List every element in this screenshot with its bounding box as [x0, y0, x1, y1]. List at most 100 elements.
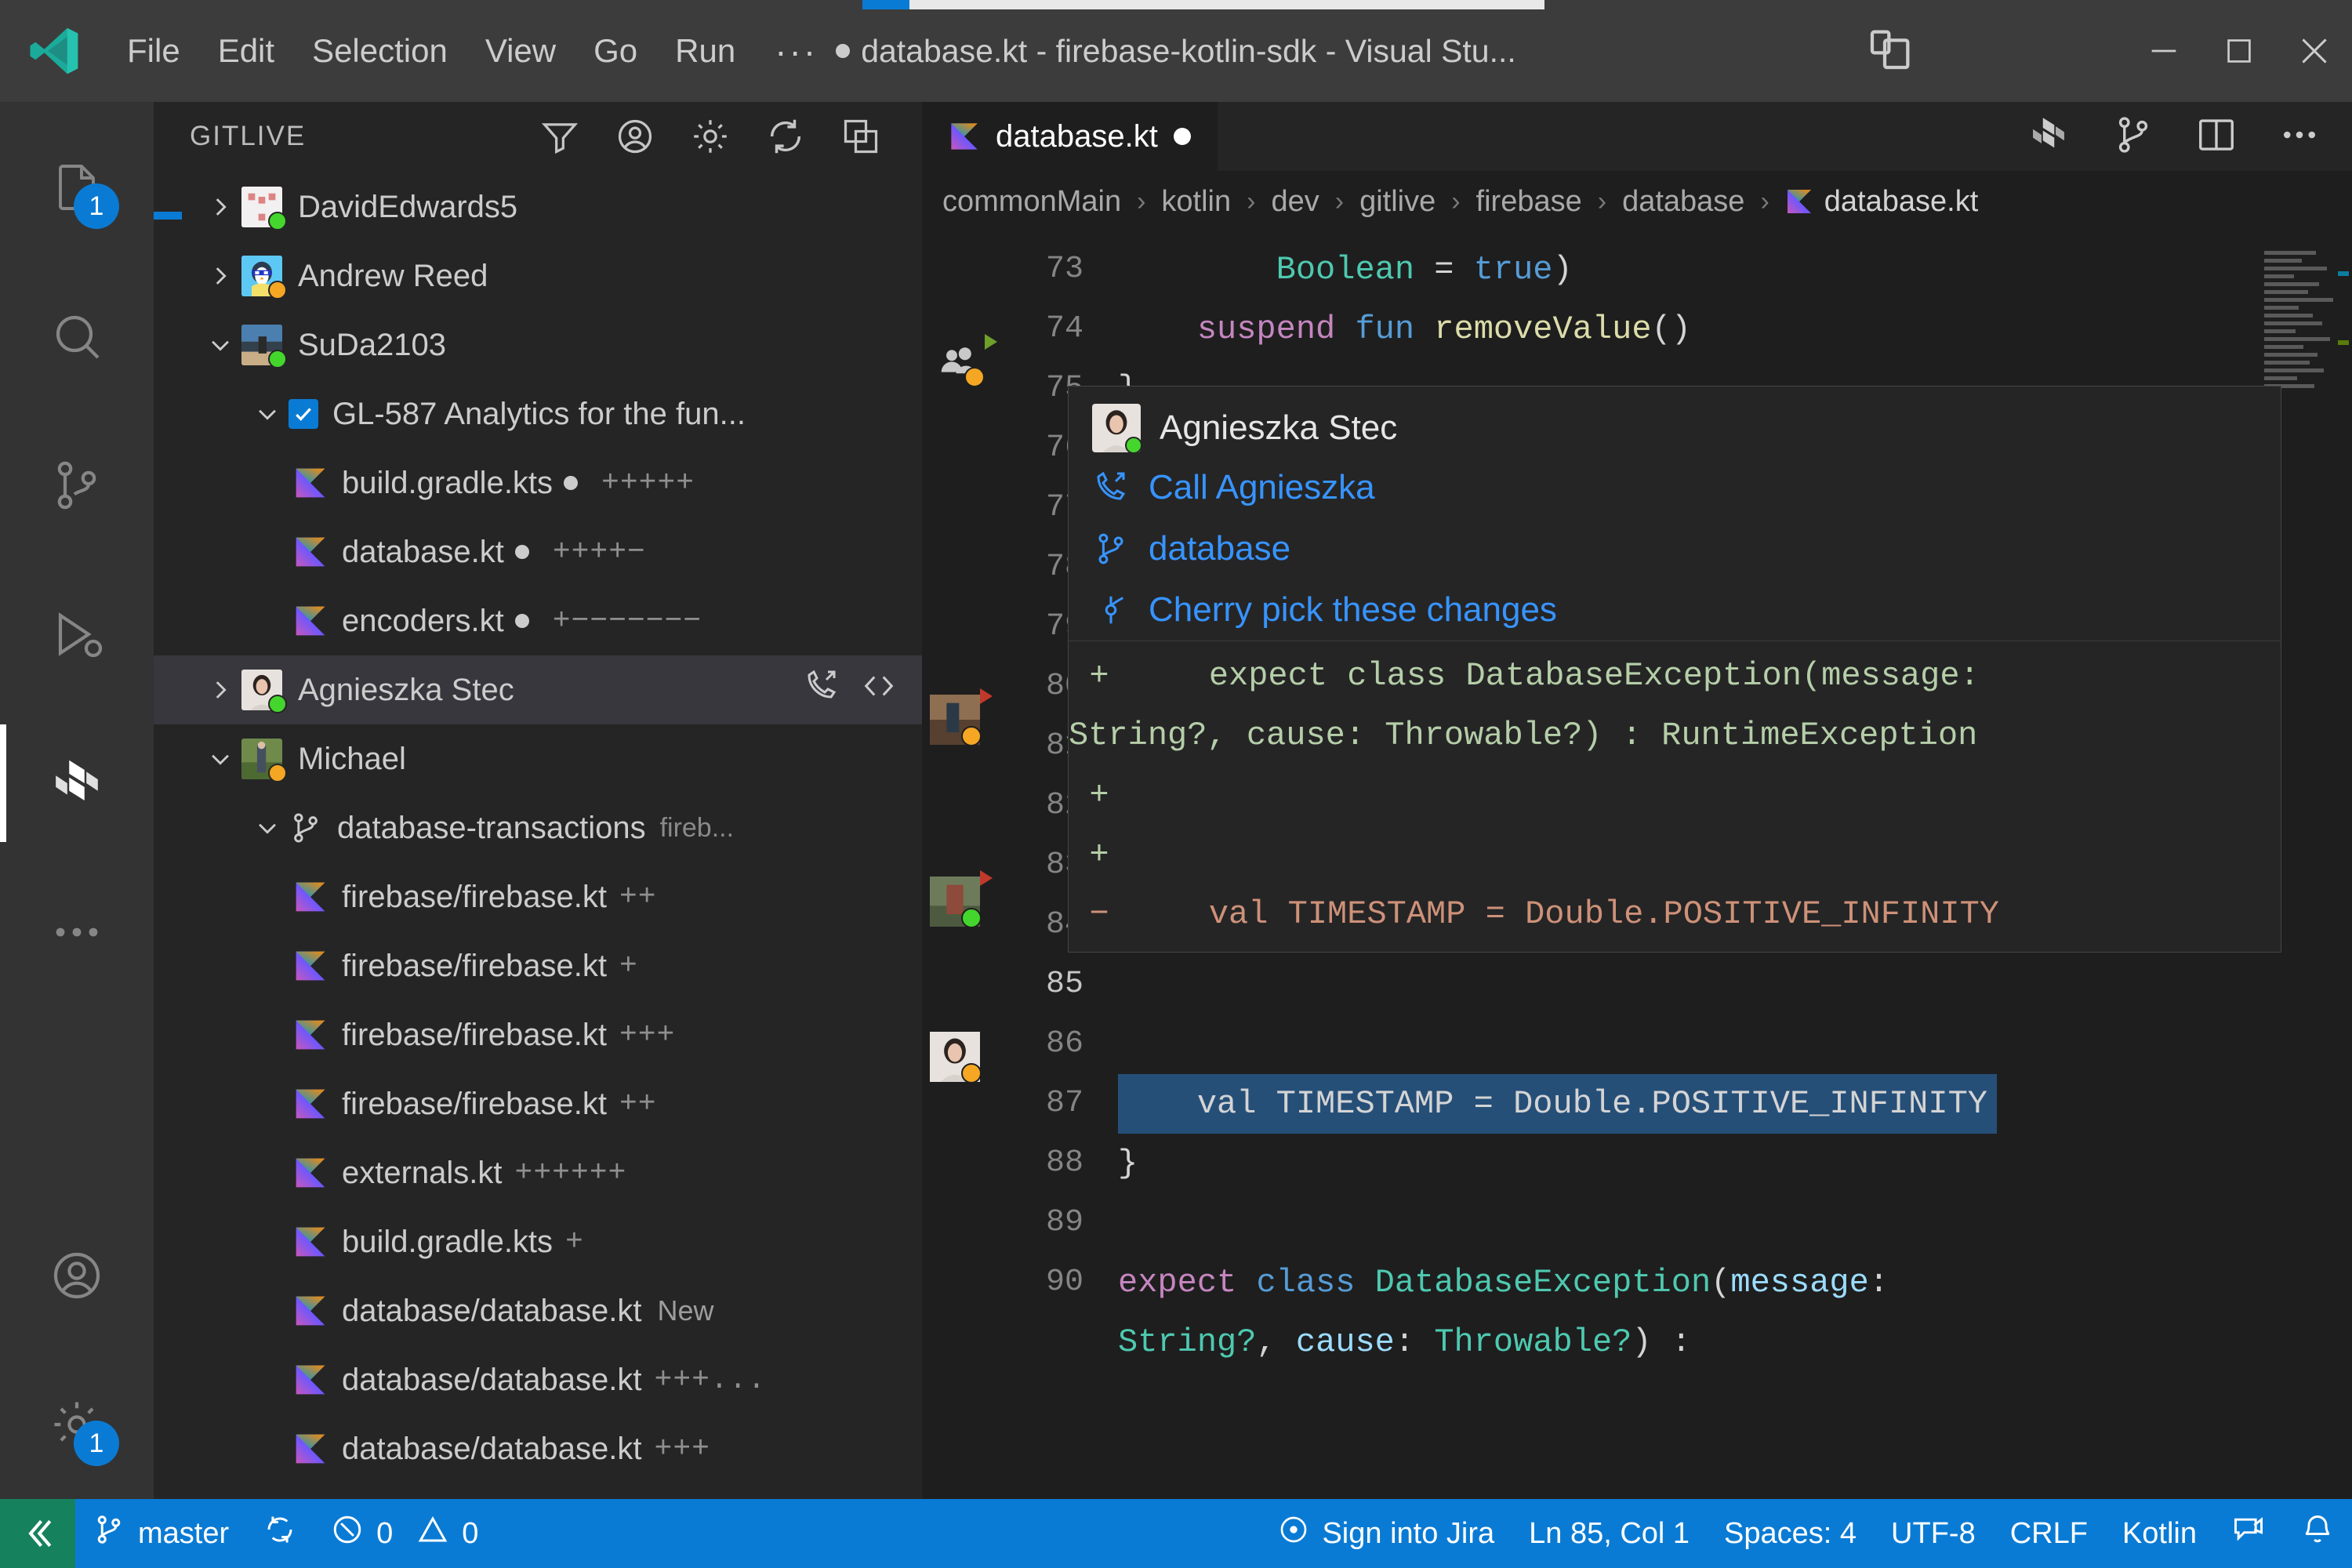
- status-language-mode[interactable]: Kotlin: [2105, 1499, 2214, 1568]
- minimize-button[interactable]: [2126, 0, 2201, 102]
- tree-file-firebase-kt-2[interactable]: firebase/firebase.kt +: [154, 931, 922, 1000]
- menu-overflow-button[interactable]: ···: [754, 30, 838, 72]
- tab-dirty-dot-icon[interactable]: [1174, 128, 1191, 145]
- tree-file-encoders-kt[interactable]: encoders.kt +−−−−−−−: [154, 586, 922, 655]
- code-icon[interactable]: [861, 668, 897, 712]
- gutter-author-avatar[interactable]: [930, 877, 980, 927]
- tree-item-label: database/database.kt: [342, 1363, 642, 1398]
- tree-file-externals-kt[interactable]: externals.kt ++++++: [154, 1138, 922, 1207]
- maximize-button[interactable]: [2201, 0, 2277, 102]
- status-notifications[interactable]: [2283, 1499, 2352, 1568]
- more-actions-icon[interactable]: [2278, 114, 2321, 160]
- activity-more-views[interactable]: [0, 858, 154, 1007]
- status-encoding[interactable]: UTF-8: [1874, 1499, 1993, 1568]
- menu-view[interactable]: View: [466, 24, 575, 78]
- breadcrumb-database-kt[interactable]: database.kt: [1785, 185, 1978, 219]
- status-feedback[interactable]: [2214, 1499, 2283, 1568]
- tree-issue-gl-587[interactable]: GL-587 Analytics for the fun...: [154, 379, 922, 448]
- close-button[interactable]: [2277, 0, 2352, 102]
- breadcrumb-kotlin[interactable]: kotlin: [1161, 185, 1231, 219]
- breadcrumb[interactable]: commonMain › kotlin › dev › gitlive › fi…: [922, 171, 2352, 232]
- tree-user-andrew-reed[interactable]: Andrew Reed: [154, 241, 922, 310]
- collaborator-peek-card[interactable]: Agnieszka Stec Call Agnieszka: [1068, 386, 2281, 953]
- window-controls[interactable]: [2126, 0, 2352, 102]
- chevron-right-icon[interactable]: [199, 677, 241, 703]
- tab-database-kt[interactable]: database.kt: [922, 102, 1218, 171]
- gutter-collaborators-icon[interactable]: [933, 339, 983, 389]
- editor-actions[interactable]: [2026, 102, 2352, 171]
- tree-user-agnieszka-stec[interactable]: Agnieszka Stec: [154, 655, 922, 724]
- tree-user-suda2103[interactable]: SuDa2103: [154, 310, 922, 379]
- menu-go[interactable]: Go: [575, 24, 656, 78]
- status-eol[interactable]: CRLF: [1993, 1499, 2105, 1568]
- account-icon[interactable]: [615, 116, 655, 157]
- split-editor-icon[interactable]: [2195, 114, 2238, 160]
- activity-source-control[interactable]: [0, 411, 154, 560]
- gutter-author-avatar[interactable]: [930, 1032, 980, 1082]
- tree-file-database-kt-3[interactable]: database/database.kt +++: [154, 1414, 922, 1483]
- tree-file-build-gradle-kts[interactable]: build.gradle.kts +++++: [154, 448, 922, 517]
- sidebar-actions[interactable]: [539, 116, 898, 157]
- activity-search[interactable]: [0, 262, 154, 411]
- breadcrumb-gitlive[interactable]: gitlive: [1359, 185, 1436, 219]
- tree-file-firebase-kt-1[interactable]: firebase/firebase.kt ++: [154, 862, 922, 931]
- gitlive-icon[interactable]: [2026, 112, 2071, 162]
- split-branch-icon[interactable]: [2112, 114, 2154, 160]
- tree-file-firebase-kt-4[interactable]: firebase/firebase.kt ++: [154, 1069, 922, 1138]
- menu-edit[interactable]: Edit: [199, 24, 293, 78]
- tree-file-firebase-kt-3[interactable]: firebase/firebase.kt +++: [154, 1000, 922, 1069]
- activity-explorer[interactable]: 1: [0, 113, 154, 262]
- tree-file-database-kt-2[interactable]: database/database.kt +++...: [154, 1345, 922, 1414]
- menu-selection[interactable]: Selection: [293, 24, 466, 78]
- status-bar[interactable]: master 0 0: [0, 1499, 2352, 1568]
- tree-item-label: encoders.kt: [342, 604, 504, 639]
- tree-file-build-gradle-kts-2[interactable]: build.gradle.kts +: [154, 1207, 922, 1276]
- editor-tab-bar[interactable]: database.kt: [922, 102, 2352, 171]
- collapse-all-icon[interactable]: [840, 116, 881, 157]
- status-cursor-position[interactable]: Ln 85, Col 1: [1512, 1499, 1707, 1568]
- peek-branch-link[interactable]: database: [1069, 518, 2281, 579]
- breadcrumb-commonmain[interactable]: commonMain: [942, 185, 1121, 219]
- remote-window-button[interactable]: [0, 1499, 75, 1568]
- filter-icon[interactable]: [539, 116, 580, 157]
- gutter-author-avatar[interactable]: [930, 695, 980, 745]
- menu-bar[interactable]: File Edit Selection View Go Run ···: [108, 24, 838, 78]
- peek-call-link[interactable]: Call Agnieszka: [1069, 457, 2281, 518]
- status-jira[interactable]: Sign into Jira: [1261, 1499, 1512, 1568]
- activity-gitlive[interactable]: [0, 709, 154, 858]
- breadcrumb-firebase[interactable]: firebase: [1476, 185, 1582, 219]
- activity-accounts[interactable]: [0, 1201, 154, 1350]
- activity-bar[interactable]: 1: [0, 102, 154, 1499]
- chevron-down-icon[interactable]: [246, 815, 289, 841]
- menu-run[interactable]: Run: [656, 24, 754, 78]
- tree-user-michael[interactable]: Michael: [154, 724, 922, 793]
- kotlin-icon: [949, 121, 980, 152]
- chevron-down-icon[interactable]: [246, 401, 289, 427]
- status-sync[interactable]: [246, 1499, 314, 1568]
- breadcrumb-dev[interactable]: dev: [1271, 185, 1319, 219]
- menu-file[interactable]: File: [108, 24, 199, 78]
- gear-icon[interactable]: [690, 116, 731, 157]
- chevron-down-icon[interactable]: [199, 332, 241, 358]
- chevron-down-icon[interactable]: [199, 746, 241, 772]
- tree-user-davidedwards5[interactable]: DavidEdwards5: [154, 172, 922, 241]
- gitlive-tree[interactable]: DavidEdwards5 Andrew Reed: [154, 171, 922, 1499]
- code-editor[interactable]: 73 74 75 76 77 78 79 80 81 82 83 84 85 8…: [922, 232, 2352, 1499]
- issue-checkbox-icon[interactable]: [289, 399, 318, 429]
- chevron-right-icon[interactable]: [199, 263, 241, 289]
- tree-file-database-kt-new[interactable]: database/database.kt New: [154, 1276, 922, 1345]
- tree-branch-database-transactions[interactable]: database-transactions fireb...: [154, 793, 922, 862]
- status-problems[interactable]: 0 0: [314, 1499, 495, 1568]
- chevron-right-icon[interactable]: [199, 194, 241, 220]
- call-icon[interactable]: [803, 667, 840, 713]
- refresh-icon[interactable]: [765, 116, 806, 157]
- tree-file-database-kt[interactable]: database.kt ++++−: [154, 517, 922, 586]
- editor-layout-icon[interactable]: [1866, 24, 1916, 78]
- status-indentation[interactable]: Spaces: 4: [1707, 1499, 1874, 1568]
- activity-run-debug[interactable]: [0, 560, 154, 709]
- breadcrumb-database[interactable]: database: [1622, 185, 1744, 219]
- tree-row-actions[interactable]: [803, 667, 911, 713]
- activity-manage[interactable]: 1: [0, 1350, 154, 1499]
- status-branch[interactable]: master: [75, 1499, 246, 1568]
- peek-cherry-pick-link[interactable]: Cherry pick these changes: [1069, 579, 2281, 641]
